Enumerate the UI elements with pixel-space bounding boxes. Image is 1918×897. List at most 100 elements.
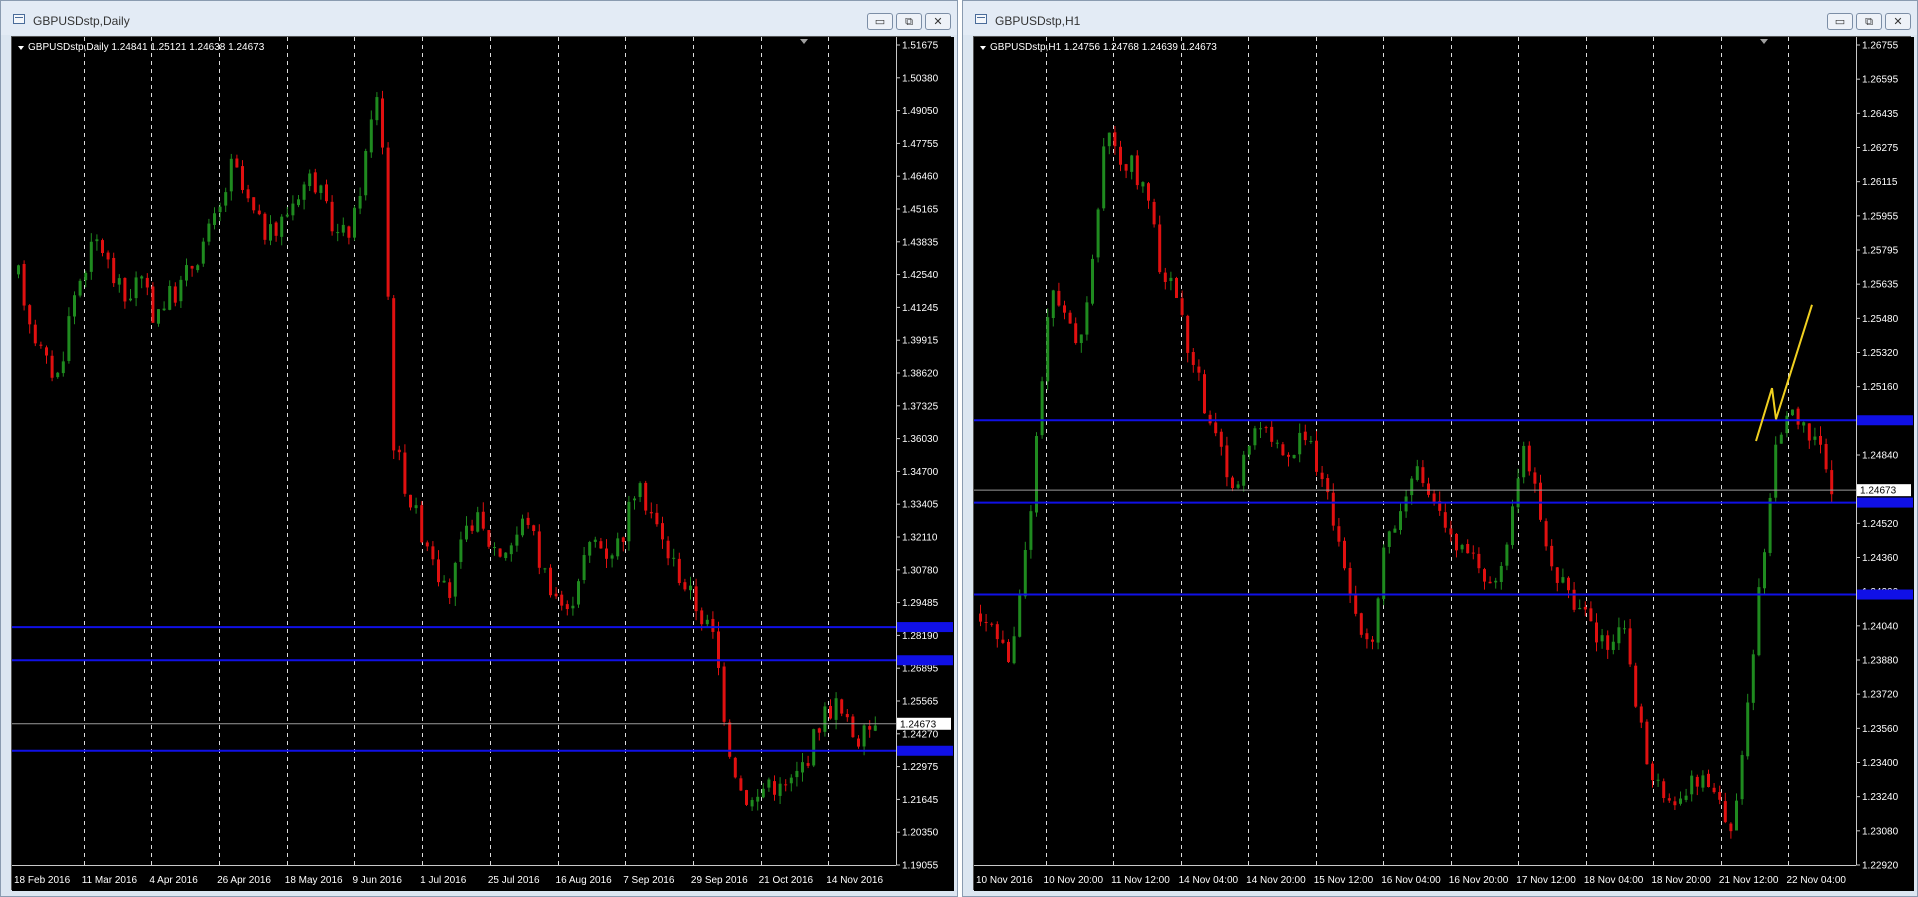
candlestick-chart-h1[interactable]: 10 Nov 2016 10 Nov 20:00 11 Nov 12:00 14 No… [974, 37, 1914, 891]
chart-window-daily[interactable]: GBPUSDstp,Daily ▭ ⧉ ✕ 18 Feb 2016 11 Mar … [0, 0, 958, 897]
candle-body [627, 501, 631, 542]
candle-body [1561, 577, 1565, 583]
candle-body [1051, 290, 1055, 319]
candle-body [498, 548, 502, 557]
candle-body [145, 277, 149, 288]
candle-body [565, 604, 569, 610]
candle-body [1466, 544, 1470, 554]
candle-body [1068, 312, 1072, 324]
price-axis-label: 1.32110 [902, 533, 938, 544]
candle-body [1785, 415, 1789, 434]
time-axis-label: 25 Jul 2016 [488, 875, 540, 886]
minimize-button[interactable]: ▭ [867, 13, 893, 30]
candlestick-chart-daily[interactable]: 18 Feb 2016 11 Mar 2016 4 Apr 2016 26 Apr 2… [12, 37, 954, 891]
candle-body [1315, 440, 1318, 472]
candle-body [285, 214, 289, 217]
candle-body [1611, 641, 1615, 650]
candle-body [1824, 444, 1828, 470]
time-axis-label: 14 Nov 20:00 [1246, 875, 1306, 886]
candle-body [1533, 472, 1537, 484]
price-axis-label: 1.24270 [902, 729, 939, 740]
candle-body [1707, 773, 1710, 788]
candle-body [543, 568, 547, 570]
candle-body [1572, 589, 1576, 610]
candle-body [1539, 482, 1542, 520]
candle-body [409, 494, 412, 508]
restore-button[interactable]: ⧉ [896, 13, 922, 30]
candle-body [1522, 445, 1526, 478]
candle-body [1757, 587, 1761, 656]
candle-body [459, 539, 463, 562]
candle-body [487, 530, 491, 547]
candle-body [1639, 706, 1643, 723]
chart-area[interactable]: 10 Nov 2016 10 Nov 20:00 11 Nov 12:00 14 No… [973, 36, 1914, 891]
candle-body [1247, 445, 1251, 455]
candle-body [655, 512, 659, 525]
time-axis-label: 21 Nov 12:00 [1719, 875, 1779, 886]
price-axis-label: 1.20350 [902, 828, 939, 839]
restore-button[interactable]: ⧉ [1856, 13, 1882, 30]
level-price-tag [1857, 589, 1913, 600]
candle-body [745, 790, 748, 805]
chart-area[interactable]: 18 Feb 2016 11 Mar 2016 4 Apr 2016 26 Apr 2… [11, 36, 954, 891]
price-axis-label: 1.37325 [902, 401, 939, 412]
candle-body [806, 763, 810, 766]
price-axis-label: 1.24840 [1862, 451, 1899, 462]
candle-body [644, 482, 648, 511]
price-axis-label: 1.26895 [902, 664, 939, 675]
candle-body [269, 224, 272, 241]
candle-body [1667, 798, 1671, 801]
candle-body [1477, 553, 1481, 569]
candle-body [1169, 277, 1173, 282]
candle-body [537, 531, 541, 568]
candle-body [229, 158, 233, 192]
candle-body [1158, 224, 1162, 273]
time-axis-label: 21 Oct 2016 [759, 875, 814, 886]
chart-window-h1[interactable]: GBPUSDstp,H1 ▭ ⧉ ✕ 10 Nov 2016 10 Nov 20:… [962, 0, 1918, 897]
candle-body [1309, 441, 1313, 443]
price-axis-label: 1.23880 [1862, 656, 1899, 667]
candle-body [414, 505, 418, 509]
candle-body [1281, 444, 1285, 456]
candle-body [1035, 435, 1038, 513]
candle-body [1264, 427, 1268, 429]
candle-body [1023, 549, 1027, 597]
chart-info-line: GBPUSDstp,H1 1.24756 1.24768 1.24639 1.2… [990, 42, 1217, 53]
candle-body [1684, 795, 1688, 800]
candle-body [1555, 567, 1559, 583]
candle-body [78, 280, 82, 296]
candle-body [829, 705, 832, 719]
close-button[interactable]: ✕ [1885, 13, 1911, 30]
candle-body [207, 223, 211, 242]
price-axis-label: 1.26435 [1862, 109, 1899, 120]
candle-body [1057, 290, 1061, 306]
price-axis-label: 1.26595 [1862, 75, 1899, 86]
candle-body [246, 189, 250, 199]
candle-body [280, 216, 284, 237]
candle-body [201, 241, 205, 264]
candle-body [599, 541, 603, 549]
candle-body [1236, 484, 1240, 488]
candle-body [756, 796, 760, 802]
candle-body [995, 624, 999, 640]
title-bar[interactable]: GBPUSDstp,Daily ▭ ⧉ ✕ [1, 1, 957, 35]
price-axis-label: 1.25955 [1862, 211, 1899, 222]
candle-body [241, 166, 244, 191]
candle-body [151, 286, 155, 323]
candle-body [112, 257, 116, 284]
candle-body [1768, 497, 1772, 553]
candle-body [1606, 635, 1610, 650]
price-axis-label: 1.42540 [902, 270, 939, 281]
price-axis-label: 1.46460 [902, 172, 939, 183]
time-axis-label: 11 Nov 12:00 [1111, 875, 1170, 886]
current-price-label: 1.24673 [900, 719, 937, 730]
minimize-button[interactable]: ▭ [1827, 13, 1853, 30]
candle-body [1695, 776, 1699, 787]
level-price-tag [1857, 497, 1913, 508]
price-axis-label: 1.38620 [902, 369, 939, 380]
candle-body [179, 279, 183, 302]
price-axis-label: 1.25320 [1862, 348, 1899, 359]
close-button[interactable]: ✕ [925, 13, 951, 30]
title-bar[interactable]: GBPUSDstp,H1 ▭ ⧉ ✕ [963, 1, 1917, 35]
candle-body [1191, 352, 1195, 365]
